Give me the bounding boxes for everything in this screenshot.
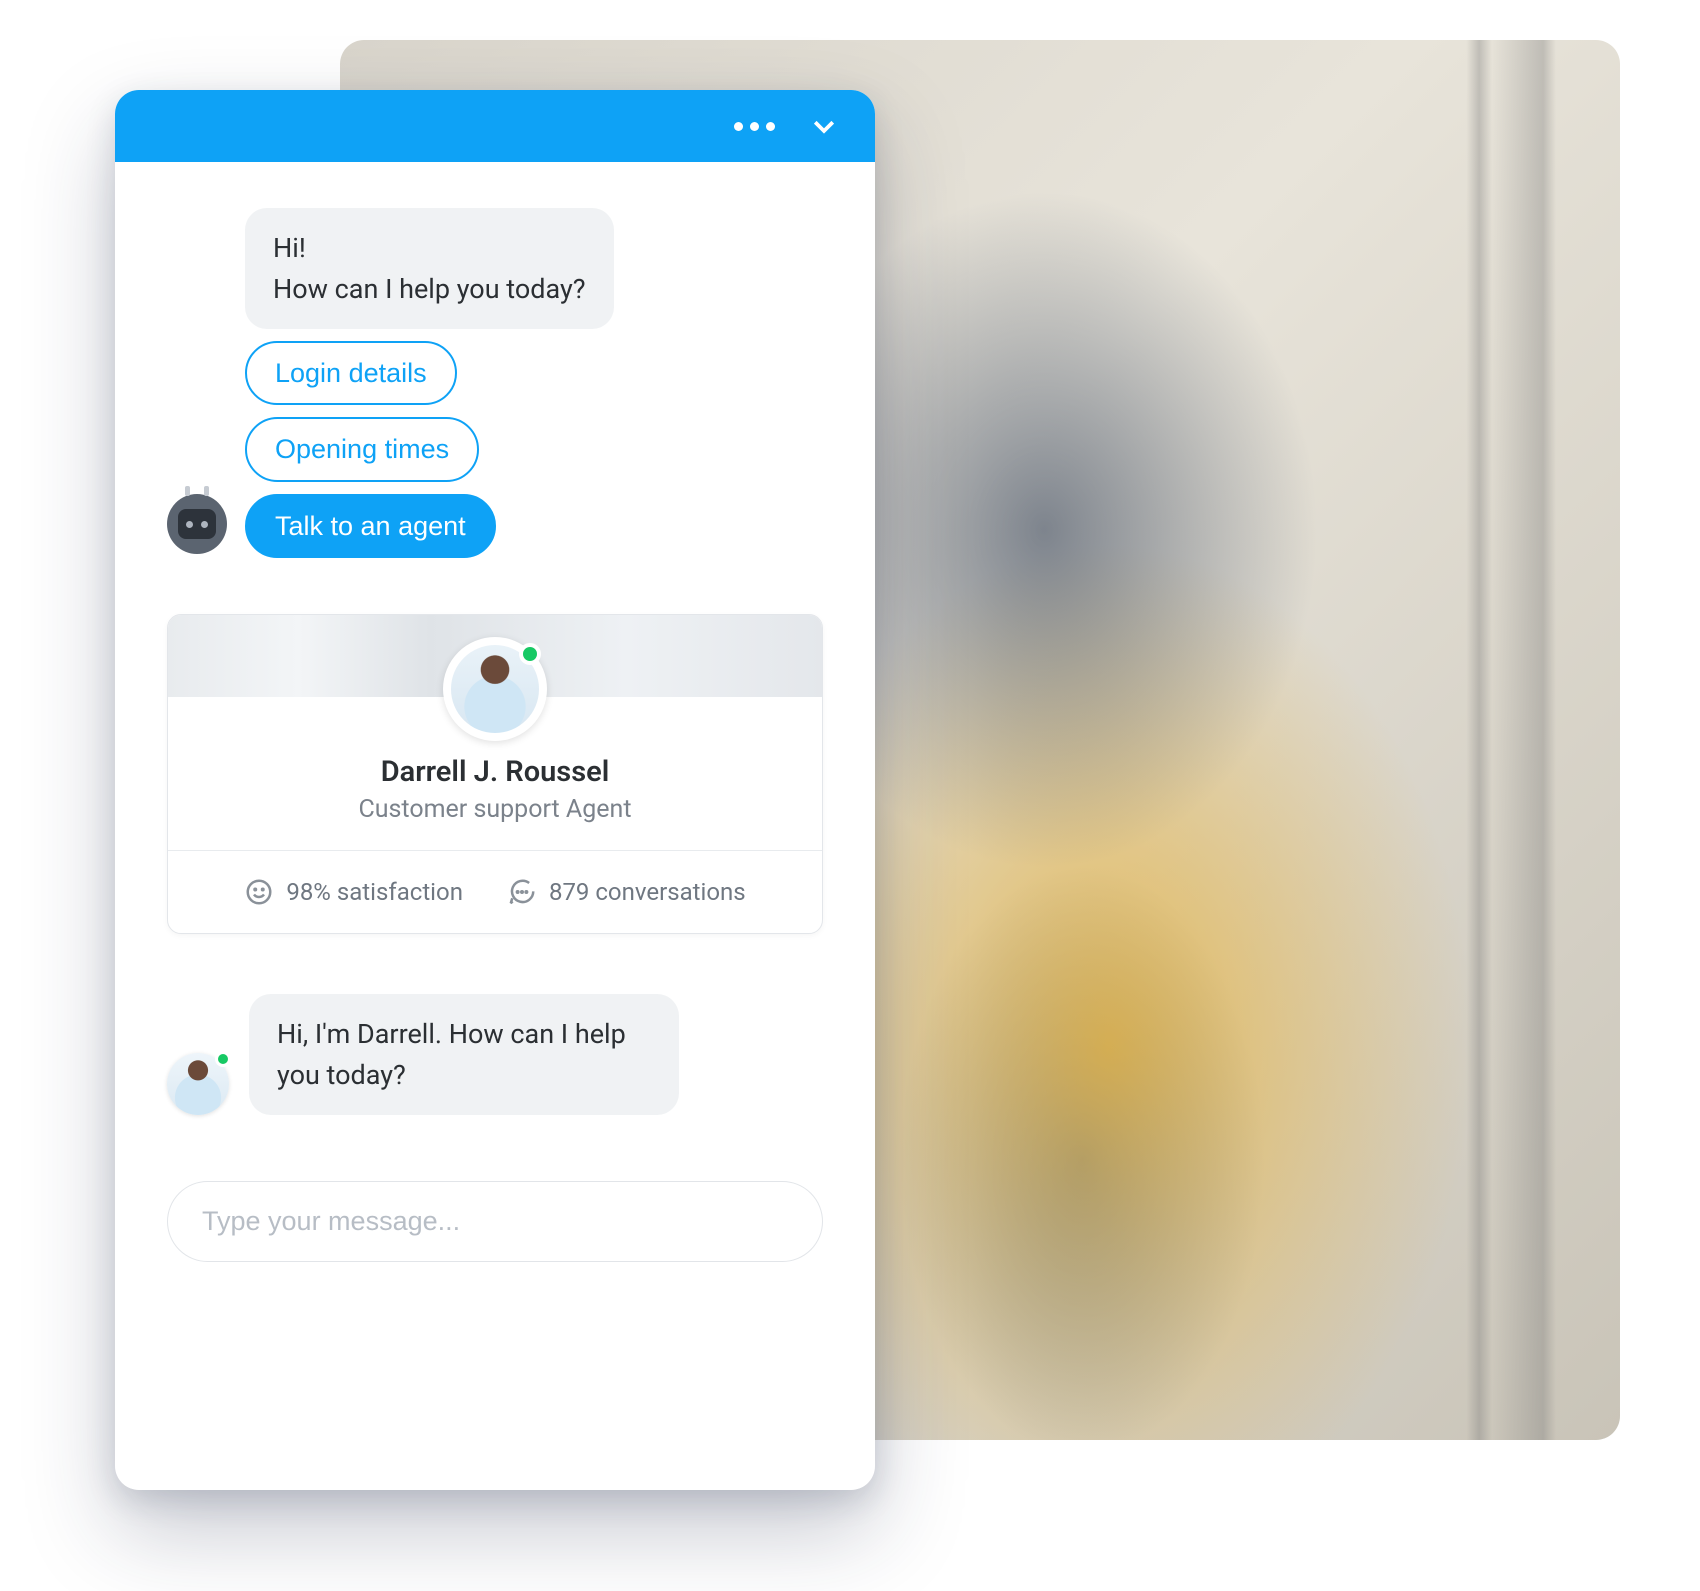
chevron-down-icon — [809, 111, 839, 141]
agent-name: Darrell J. Roussel — [188, 755, 802, 789]
bot-message-column: Hi! How can I help you today? Login deta… — [245, 208, 614, 558]
chat-icon — [507, 877, 537, 907]
bot-message-row: Hi! How can I help you today? Login deta… — [167, 208, 823, 558]
more-horizontal-icon — [734, 122, 775, 131]
chat-widget: Hi! How can I help you today? Login deta… — [115, 90, 875, 1490]
stat-conversations-text: 879 conversations — [549, 878, 746, 906]
agent-avatar-wrap — [443, 637, 547, 741]
agent-small-avatar-wrap — [167, 1053, 229, 1115]
more-options-button[interactable] — [734, 122, 775, 131]
message-input-row — [167, 1181, 823, 1262]
agent-stats: 98% satisfaction 879 conversations — [168, 850, 822, 933]
minimize-button[interactable] — [809, 111, 839, 141]
agent-message-row: Hi, I'm Darrell. How can I help you toda… — [167, 994, 823, 1115]
robot-icon — [178, 509, 216, 539]
stat-satisfaction: 98% satisfaction — [244, 877, 463, 907]
quick-reply-login[interactable]: Login details — [245, 341, 457, 405]
smile-icon — [244, 877, 274, 907]
bot-greeting-bubble: Hi! How can I help you today? — [245, 208, 614, 329]
stat-conversations: 879 conversations — [507, 877, 746, 907]
agent-cover — [168, 615, 822, 697]
bot-greeting-line1: Hi! — [273, 228, 586, 269]
agent-role: Customer support Agent — [188, 795, 802, 824]
chat-header — [115, 90, 875, 162]
agent-card: Darrell J. Roussel Customer support Agen… — [167, 614, 823, 934]
quick-reply-talk-to-agent[interactable]: Talk to an agent — [245, 494, 496, 558]
status-online-icon — [215, 1051, 231, 1067]
stat-satisfaction-text: 98% satisfaction — [286, 878, 463, 906]
message-input[interactable] — [167, 1181, 823, 1262]
status-online-icon — [519, 643, 541, 665]
bot-greeting-line2: How can I help you today? — [273, 269, 586, 310]
bot-avatar — [167, 494, 227, 554]
quick-reply-opening-times[interactable]: Opening times — [245, 417, 479, 481]
chat-body: Hi! How can I help you today? Login deta… — [115, 162, 875, 1490]
agent-message-bubble: Hi, I'm Darrell. How can I help you toda… — [249, 994, 679, 1115]
